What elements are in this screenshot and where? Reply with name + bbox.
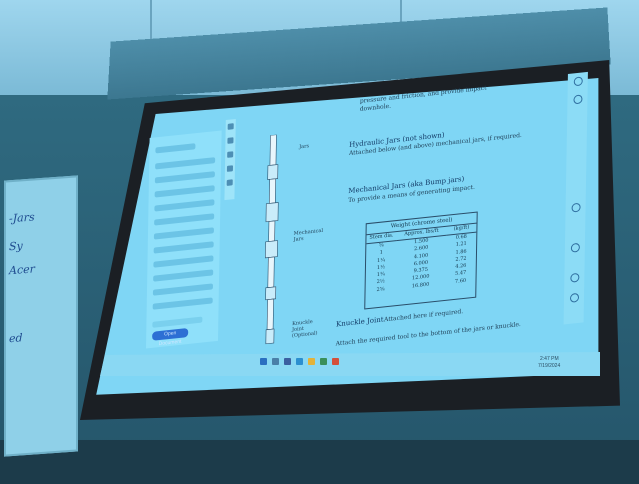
- label-jars: Jars: [299, 143, 310, 151]
- panel-item[interactable]: [155, 157, 216, 170]
- side-panel: [145, 130, 222, 349]
- search-icon[interactable]: [272, 358, 279, 365]
- table-column-lbs: 1.500 2.600 4.100 6.000 9.375 12.000 16.…: [395, 236, 446, 292]
- app-icon[interactable]: [320, 358, 327, 365]
- taskbar: 2:47 PM 7/19/2024: [100, 352, 600, 376]
- task-view-icon[interactable]: [284, 358, 291, 365]
- rotate-icon[interactable]: [570, 272, 580, 283]
- panel-item[interactable]: [153, 269, 214, 282]
- share-icon[interactable]: [573, 94, 583, 105]
- select-icon[interactable]: [227, 123, 234, 130]
- whiteboard-scribble: Sy: [9, 239, 23, 254]
- whiteboard-scribble: ed: [9, 331, 23, 346]
- tray-time: 2:47 PM: [540, 356, 559, 362]
- start-icon[interactable]: [260, 358, 267, 365]
- panel-item[interactable]: [154, 185, 215, 198]
- panel-item[interactable]: [154, 171, 215, 184]
- search-icon[interactable]: [227, 137, 234, 144]
- panel-item[interactable]: [154, 199, 215, 212]
- fit-page-icon[interactable]: [569, 292, 580, 303]
- panel-item[interactable]: [154, 213, 215, 226]
- tool-strip: [224, 118, 236, 201]
- highlight-icon[interactable]: [226, 165, 234, 172]
- table-column-dia: ⅝ 1 1¼ 1½ 1¾ 2½ 2⅝: [365, 241, 396, 295]
- weight-table: Weight (chrome steel) Stem dia. Approx. …: [364, 211, 478, 310]
- panel-item[interactable]: [152, 283, 213, 296]
- projected-slide: Open Document Jars Mechanical Jars Knuck…: [145, 71, 590, 374]
- panel-item[interactable]: [153, 255, 214, 268]
- whiteboard: -Jars Sy Acer ed: [4, 175, 78, 457]
- pdf-reader-icon[interactable]: [332, 358, 339, 365]
- zoom-in-icon[interactable]: [573, 76, 583, 87]
- label-mechanical-jars: Mechanical Jars: [293, 227, 324, 243]
- panel-note: [152, 316, 203, 328]
- panel-item[interactable]: [155, 143, 196, 154]
- page-up-icon[interactable]: [571, 202, 581, 213]
- panel-item[interactable]: [153, 227, 214, 240]
- panel-item[interactable]: [152, 297, 213, 310]
- pen-icon[interactable]: [227, 151, 234, 158]
- knuckle-joint-heading: Knuckle Joint: [335, 315, 384, 329]
- print-icon[interactable]: [226, 179, 233, 186]
- file-explorer-icon[interactable]: [308, 358, 315, 365]
- lower-shadow: [0, 440, 639, 484]
- label-knuckle-joint: Knuckle Joint (Optional): [291, 318, 318, 340]
- page-down-icon[interactable]: [570, 242, 580, 253]
- right-toolbar: [563, 71, 588, 325]
- jar-tool-drawing: [265, 134, 279, 345]
- edge-icon[interactable]: [296, 358, 303, 365]
- whiteboard-scribble: -Jars: [9, 210, 35, 226]
- panel-item[interactable]: [153, 241, 214, 254]
- tray-date: 7/19/2024: [538, 363, 561, 369]
- table-column-kg: 0.68 1.21 1.86 2.72 4.26 5.47 7.60: [445, 233, 476, 287]
- whiteboard-scribble: Acer: [9, 262, 35, 278]
- knuckle-joint-body: Attached here if required.: [383, 308, 464, 324]
